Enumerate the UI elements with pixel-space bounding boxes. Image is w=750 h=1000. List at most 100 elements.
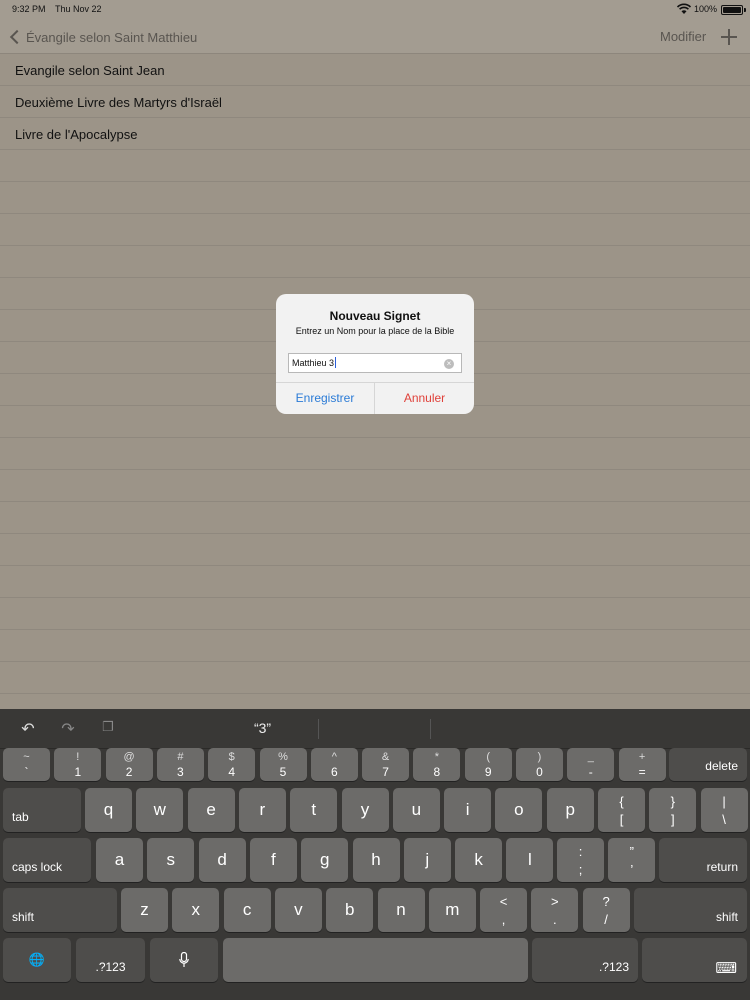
key-pair[interactable]: >. <box>531 888 579 932</box>
key-number: ` <box>24 765 29 779</box>
key-3[interactable]: #3 <box>156 748 204 781</box>
list-item[interactable]: Livre de l'Apocalypse <box>0 118 750 150</box>
list-item <box>0 598 750 630</box>
suggestion[interactable]: “3” <box>210 720 315 736</box>
save-button[interactable]: Enregistrer <box>276 383 375 414</box>
key-symbol: ; <box>578 862 583 877</box>
key-b[interactable]: b <box>326 888 374 932</box>
key-1[interactable]: ! 1 <box>54 748 102 781</box>
key-symbol: + <box>638 751 646 763</box>
clear-icon[interactable]: × <box>444 359 454 369</box>
key-7[interactable]: & 7 <box>362 748 410 781</box>
key-q[interactable]: q <box>85 788 132 832</box>
key-s[interactable]: s <box>147 838 195 882</box>
hide-keyboard-key[interactable]: ⌨ <box>642 938 747 982</box>
key-a[interactable]: a <box>96 838 143 882</box>
key-y[interactable]: y <box>341 788 389 832</box>
shortcut-bar: ↶ ↷ ❐ “3” <box>0 709 750 749</box>
key-f[interactable]: f <box>249 838 297 882</box>
return-key-label: return <box>706 860 738 874</box>
key-x[interactable]: x <box>172 888 220 932</box>
list-item[interactable]: Evangile selon Saint Jean <box>0 54 750 86</box>
key-symbol: _ <box>587 751 594 763</box>
shift-right-key[interactable]: shift <box>634 888 747 932</box>
key-g[interactable]: g <box>301 838 349 882</box>
key-k[interactable]: k <box>455 838 503 882</box>
key-number: 2 <box>125 765 133 779</box>
key-pair[interactable]: {[ <box>598 788 645 832</box>
key-z[interactable]: z <box>121 888 168 932</box>
key-pair[interactable]: ? / <box>582 888 630 932</box>
key-c[interactable]: c <box>223 888 271 932</box>
key-t[interactable]: t <box>290 788 338 832</box>
key-u[interactable]: u <box>392 788 440 832</box>
status-bar: 9:32 PM Thu Nov 22 100% <box>0 0 750 20</box>
key-pair[interactable]: }] <box>649 788 697 832</box>
undo-icon[interactable]: ↶ <box>18 719 38 739</box>
key-letter: f <box>271 850 276 869</box>
paste-icon[interactable]: ❐ <box>98 719 118 739</box>
key-l[interactable]: l <box>506 838 554 882</box>
key-r[interactable]: r <box>238 788 286 832</box>
key-`[interactable]: ~ ` <box>3 748 50 781</box>
key-0[interactable]: ) 0 <box>516 748 563 781</box>
key-symbol: & <box>381 751 390 763</box>
list-item-label: Livre de l'Apocalypse <box>15 127 138 142</box>
edit-button[interactable]: Modifier <box>660 29 706 44</box>
shift-left-key[interactable]: shift <box>3 888 117 932</box>
cancel-button[interactable]: Annuler <box>375 383 474 414</box>
key-w[interactable]: w <box>136 788 184 832</box>
key-letter: j <box>425 850 430 869</box>
key-d[interactable]: d <box>198 838 246 882</box>
numbers-key-label: .?123 <box>598 960 629 974</box>
key-4[interactable]: $4 <box>208 748 256 781</box>
suggestion-divider <box>430 719 431 739</box>
key-symbol: \ <box>722 812 726 827</box>
key--[interactable]: _ - <box>567 748 615 781</box>
dialog-message: Entrez un Nom pour la place de la Bible <box>295 326 455 336</box>
delete-key[interactable]: delete <box>669 748 747 781</box>
key-symbol: . <box>552 912 557 927</box>
key-letter: i <box>465 800 470 819</box>
key-2[interactable]: @2 <box>105 748 153 781</box>
key-5[interactable]: % 5 <box>259 748 307 781</box>
key-symbol: : <box>578 844 583 859</box>
text-caret <box>335 357 337 368</box>
key-pair[interactable]: ”’ <box>608 838 656 882</box>
dictation-key[interactable] <box>150 938 218 982</box>
key-pair[interactable]: :; <box>557 838 604 882</box>
list-item <box>0 150 750 182</box>
bookmark-name-input[interactable]: Matthieu 3 × <box>288 353 462 373</box>
tab-key[interactable]: tab <box>3 788 81 832</box>
list-item[interactable]: Deuxième Livre des Martyrs d'Israël <box>0 86 750 118</box>
numbers-key[interactable]: .?123 <box>532 938 638 982</box>
key-6[interactable]: ^ 6 <box>310 748 358 781</box>
key-j[interactable]: j <box>403 838 451 882</box>
numbers-key[interactable]: .?123 <box>76 938 145 982</box>
key-v[interactable]: v <box>274 888 322 932</box>
key-letter: m <box>445 900 460 919</box>
key-symbol: ? <box>602 894 610 909</box>
list-item <box>0 566 750 598</box>
globe-key[interactable]: 🌐 <box>3 938 71 982</box>
return-key[interactable]: return <box>659 838 747 882</box>
plus-icon[interactable] <box>719 27 739 47</box>
key-h[interactable]: h <box>352 838 400 882</box>
key-8[interactable]: * 8 <box>413 748 461 781</box>
key-m[interactable]: m <box>428 888 476 932</box>
key-e[interactable]: e <box>187 788 235 832</box>
key-pair[interactable]: <, <box>480 888 527 932</box>
key-9[interactable]: (9 <box>464 748 512 781</box>
key-p[interactable]: p <box>546 788 594 832</box>
key-i[interactable]: i <box>444 788 492 832</box>
key-pair[interactable]: | \ <box>700 788 748 832</box>
space-bar[interactable] <box>223 938 528 982</box>
key-symbol: | <box>722 794 726 809</box>
back-button[interactable]: Évangile selon Saint Matthieu <box>8 26 197 48</box>
caps-lock-key[interactable]: caps lock <box>3 838 91 882</box>
key-=[interactable]: + = <box>618 748 666 781</box>
key-n[interactable]: n <box>377 888 425 932</box>
key-o[interactable]: o <box>495 788 543 832</box>
redo-icon[interactable]: ↷ <box>58 719 78 739</box>
key-letter: r <box>259 800 266 819</box>
